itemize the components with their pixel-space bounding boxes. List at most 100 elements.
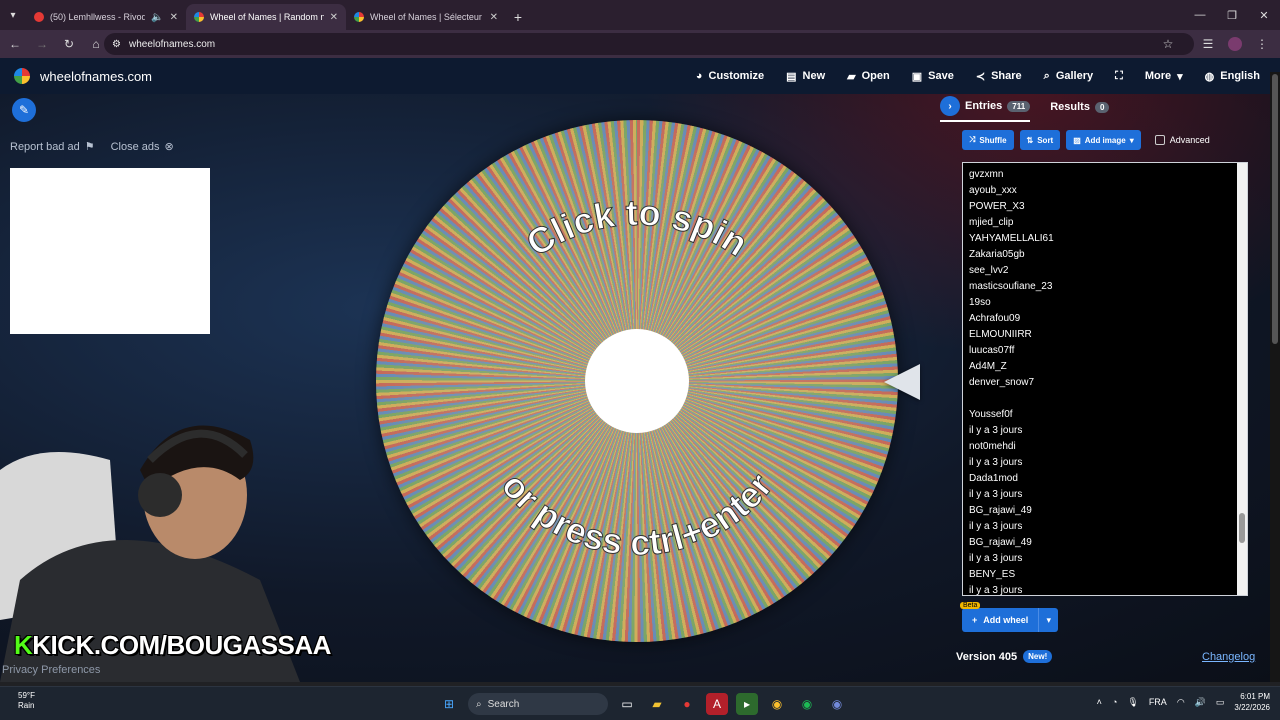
entry-line: il y a 3 jours — [969, 553, 1023, 564]
adobe-icon[interactable]: A — [706, 693, 728, 715]
page-scrollbar[interactable] — [1270, 72, 1280, 682]
terminal-icon[interactable]: ▸ — [736, 693, 758, 715]
tab-entries[interactable]: › Entries 711 — [940, 96, 1031, 122]
privacy-preferences-link[interactable]: Privacy Preferences — [2, 664, 100, 676]
gallery-button[interactable]: ⌕ Gallery — [1044, 70, 1093, 83]
new-tab-button[interactable]: + — [506, 4, 530, 30]
mute-icon[interactable]: 🔈 — [151, 12, 163, 23]
add-wheel-dropdown[interactable]: ▾ — [1038, 608, 1059, 632]
more-button[interactable]: More ▾ — [1145, 70, 1183, 83]
collapse-panel-icon[interactable]: › — [940, 96, 960, 116]
entry-line: ayoub_xxx — [969, 185, 1017, 196]
url-bar[interactable]: ⚙ wheelofnames.com — [104, 33, 1194, 55]
spin-wheel[interactable]: Click to spin or press ctrl+enter — [376, 120, 898, 642]
volume-icon[interactable]: 🔊 — [1195, 697, 1206, 708]
new-button[interactable]: ▤ New — [786, 70, 825, 83]
forward-icon[interactable]: → — [30, 32, 54, 56]
youtube-favicon-icon — [34, 12, 44, 22]
entry-line: ELMOUNIIRR — [969, 329, 1032, 340]
maximize-icon[interactable]: ❐ — [1216, 0, 1248, 30]
chrome-icon[interactable]: ◉ — [766, 693, 788, 715]
sort-icon: ⇅ — [1026, 135, 1034, 145]
customize-button[interactable]: ◕ Customize — [696, 70, 764, 82]
entry-line — [963, 391, 1247, 407]
panel-tabs: › Entries 711 Results 0 — [940, 96, 1110, 122]
taskbar-search[interactable]: ⌕ Search — [468, 693, 608, 715]
clock[interactable]: 6:01 PM 3/22/2026 — [1234, 691, 1270, 713]
close-window-icon[interactable]: ✕ — [1248, 0, 1280, 30]
open-button[interactable]: ▰ Open — [847, 70, 890, 83]
svg-text:or press ctrl+enter: or press ctrl+enter — [494, 465, 780, 563]
ad-placeholder[interactable] — [10, 168, 210, 334]
battery-icon[interactable]: ▭ — [1216, 697, 1225, 708]
tab-search-icon[interactable]: ▾ — [0, 2, 26, 28]
network-icon[interactable]: ◔ — [1112, 697, 1117, 707]
brand-link[interactable]: wheelofnames.com — [12, 66, 152, 86]
system-tray: ˄ ◔ 🎙 FRA ◠ 🔊 ▭ 6:01 PM 3/22/2026 — [1097, 691, 1270, 713]
changelog-link[interactable]: Changelog — [1202, 651, 1255, 663]
bookmark-star-icon[interactable]: ☆ — [1158, 34, 1178, 54]
entries-scrollbar[interactable] — [1237, 163, 1247, 595]
window-controls: — ❐ ✕ — [1184, 0, 1280, 30]
share-icon: ≺ — [975, 70, 986, 83]
version-label: Version 405 — [956, 650, 1018, 663]
report-bad-ad-link[interactable]: Report bad ad ⚑ — [10, 140, 95, 154]
discord-icon[interactable]: ◉ — [826, 693, 848, 715]
entries-scroll-thumb[interactable] — [1239, 513, 1245, 543]
close-ads-link[interactable]: Close ads ⊗ — [111, 140, 174, 154]
tab-title: Wheel of Names | Sélecteur de — [370, 12, 484, 22]
entry-line: BENY_ES — [969, 569, 1016, 580]
add-wheel-button[interactable]: + Add wheel — [962, 608, 1039, 632]
edit-pencil-button[interactable]: ✎ — [12, 98, 36, 122]
task-view-icon[interactable]: ▭ — [616, 693, 638, 715]
checkbox-box[interactable] — [1154, 135, 1165, 145]
site-info-icon[interactable]: ⚙ — [112, 39, 121, 50]
entries-textarea[interactable]: gvzxmn ayoub_xxx POWER_X3 mjied_clip YAHYAME… — [962, 162, 1248, 596]
entry-line: il y a 3 jours — [969, 489, 1023, 500]
weather-widget[interactable]: 59°F Rain — [18, 691, 35, 711]
entry-line: luucas07ff — [969, 345, 1015, 356]
entry-line: Youssef0f — [969, 409, 1013, 420]
reload-icon[interactable]: ↻ — [57, 32, 81, 56]
sort-button[interactable]: ⇅ Sort — [1019, 130, 1061, 150]
app-icon[interactable]: ● — [676, 693, 698, 715]
spotify-icon[interactable]: ◉ — [796, 693, 818, 715]
globe-icon: ◍ — [1204, 70, 1215, 83]
browser-tab[interactable]: (50) Lemhllwess - Rivodrill 🔈 ✕ — [26, 4, 186, 30]
media-control-icon[interactable]: ☰ — [1198, 34, 1218, 54]
profile-avatar[interactable] — [1228, 37, 1242, 51]
share-button[interactable]: ≺ Share — [976, 70, 1022, 83]
wifi-icon[interactable]: ◠ — [1177, 697, 1185, 708]
minimize-icon[interactable]: — — [1184, 0, 1216, 30]
save-button[interactable]: ▣ Save — [912, 70, 954, 83]
new-file-icon: ▤ — [786, 70, 797, 83]
fullscreen-button[interactable]: ⛶ — [1115, 70, 1123, 83]
close-tab-icon[interactable]: ✕ — [330, 12, 338, 23]
page-scroll-thumb[interactable] — [1272, 74, 1278, 344]
tab-results[interactable]: Results 0 — [1050, 101, 1110, 117]
browser-tab-active[interactable]: Wheel of Names | Random nam ✕ — [186, 4, 346, 30]
tray-chevron-icon[interactable]: ˄ — [1097, 697, 1102, 707]
wheel-pointer-arrow — [884, 364, 920, 400]
browser-tab[interactable]: Wheel of Names | Sélecteur de ✕ — [346, 4, 506, 30]
mic-icon[interactable]: 🎙 — [1127, 697, 1138, 708]
entries-count-badge: 711 — [1007, 100, 1031, 112]
back-icon[interactable]: ← — [3, 32, 27, 56]
shuffle-button[interactable]: ⤨ Shuffle — [962, 130, 1014, 150]
advanced-checkbox[interactable]: Advanced — [1154, 135, 1210, 145]
windows-start-icon[interactable]: ⊞ — [438, 693, 460, 715]
taskbar-apps: ⊞ ⌕ Search ▭ ▰ ● A ▸ ◉ ◉ ◉ — [438, 693, 848, 715]
click-to-spin-text: Click to spin — [519, 191, 756, 264]
language-button[interactable]: ◍ English — [1205, 70, 1260, 83]
close-tab-icon[interactable]: ✕ — [490, 12, 498, 23]
file-explorer-icon[interactable]: ▰ — [646, 693, 668, 715]
brand-name: wheelofnames.com — [40, 68, 152, 84]
entry-line: 19so — [969, 297, 991, 308]
add-image-button[interactable]: ▨ Add image ▾ — [1066, 130, 1141, 150]
browser-menu-icon[interactable]: ⋮ — [1252, 34, 1272, 54]
language-indicator[interactable]: FRA — [1149, 697, 1167, 707]
url-text: wheelofnames.com — [128, 38, 216, 50]
close-tab-icon[interactable]: ✕ — [170, 12, 178, 23]
entry-line: il y a 3 jours — [969, 457, 1023, 468]
entry-line: YAHYAMELLALI61 — [969, 233, 1054, 244]
